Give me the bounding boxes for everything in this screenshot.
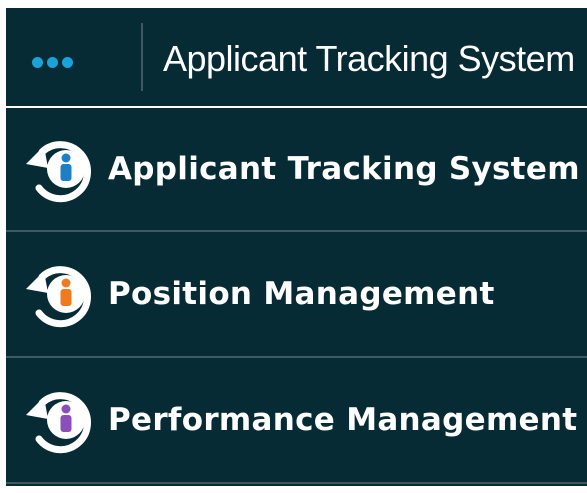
person-cycle-icon (26, 266, 91, 328)
menu-item-applicant-tracking-system[interactable]: Applicant Tracking System (6, 108, 587, 232)
person-cycle-icon (26, 392, 91, 454)
top-bar: Applicant Tracking System (6, 8, 587, 106)
dot-icon (47, 56, 58, 68)
menu-item-performance-management[interactable]: Performance Management (6, 358, 587, 484)
menu-item-label: Performance Management (108, 402, 578, 438)
dot-icon (32, 56, 43, 68)
menu-item-label: Applicant Tracking System (108, 151, 580, 187)
app-frame: Applicant Tracking System Applicant Trac… (6, 8, 587, 486)
app-menu: Applicant Tracking System Position Manag… (6, 108, 587, 484)
top-bar-divider (141, 23, 143, 91)
menu-item-label: Position Management (108, 276, 495, 312)
person-cycle-icon (26, 141, 91, 203)
page-title: Applicant Tracking System (163, 38, 575, 79)
dot-icon (62, 56, 73, 68)
more-dots-button[interactable] (32, 42, 102, 82)
menu-item-position-management[interactable]: Position Management (6, 232, 587, 358)
